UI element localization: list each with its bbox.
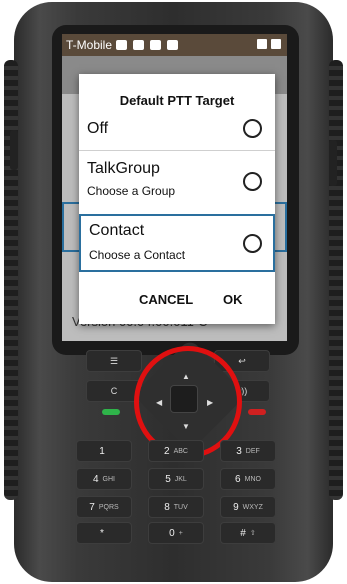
cancel-button[interactable]: CANCEL xyxy=(139,292,193,307)
key-letters: MNO xyxy=(244,475,261,483)
key-letters: DEF xyxy=(245,447,260,455)
phone-left-grip xyxy=(4,60,18,500)
menu-key[interactable]: ☰ xyxy=(86,350,142,372)
key-digit: 3 xyxy=(236,445,242,457)
key-digit: 7 xyxy=(89,501,95,513)
key-digit: 0 xyxy=(169,527,175,539)
key-digit: 5 xyxy=(165,473,171,485)
phone-right-grip xyxy=(329,60,343,500)
keypad-key[interactable]: 7 PQRS xyxy=(76,496,132,518)
app-notification-icon xyxy=(150,40,162,50)
option-subtitle: Choose a Contact xyxy=(89,248,186,262)
key-letters: TUV xyxy=(173,503,188,511)
key-digit: 9 xyxy=(233,501,239,513)
call-icon[interactable] xyxy=(102,409,120,415)
volume-button[interactable] xyxy=(10,130,18,170)
option-label: Contact xyxy=(89,222,145,239)
keypad-key[interactable]: 0 + xyxy=(148,522,204,544)
dialog-title: Default PTT Target xyxy=(119,93,235,108)
key-digit: * xyxy=(100,527,104,539)
keypad-key[interactable]: 1 xyxy=(76,440,132,462)
keypad-key[interactable]: 3 DEF xyxy=(220,440,276,462)
option-label: Off xyxy=(87,120,109,137)
app-notification-icon-2 xyxy=(167,40,179,50)
ok-button[interactable]: OK xyxy=(223,292,243,307)
radio-off[interactable] xyxy=(243,119,262,138)
keypad-key[interactable]: 4 GHI xyxy=(76,468,132,490)
divider xyxy=(79,150,275,151)
key-digit: 2 xyxy=(164,445,170,457)
voicemail-icon xyxy=(133,40,145,50)
keypad-key[interactable]: 9 WXYZ xyxy=(220,496,276,518)
ptt-side-button[interactable] xyxy=(329,140,337,186)
key-letters: ⇧ xyxy=(249,530,256,537)
keypad-key[interactable]: 2 ABC xyxy=(148,440,204,462)
key-letters: + xyxy=(178,529,183,537)
key-digit: 1 xyxy=(99,445,105,457)
keypad-key[interactable]: * xyxy=(76,522,132,544)
signal-icon xyxy=(257,39,267,49)
radio-contact[interactable] xyxy=(243,234,262,253)
menu-icon: ☰ xyxy=(109,355,119,366)
status-bar: T-Mobile xyxy=(62,34,287,56)
key-letters: WXYZ xyxy=(242,503,263,511)
key-digit: 8 xyxy=(164,501,170,513)
keypad-key[interactable]: 5 JKL xyxy=(148,468,204,490)
option-label: TalkGroup xyxy=(87,160,160,177)
keypad-key[interactable]: 6 MNO xyxy=(220,468,276,490)
keypad-key[interactable]: 8 TUV xyxy=(148,496,204,518)
option-subtitle: Choose a Group xyxy=(87,184,176,198)
back-icon: ↩ xyxy=(238,355,246,366)
key-digit: 6 xyxy=(235,473,241,485)
keypad-key[interactable]: # ⇧ xyxy=(220,522,276,544)
key-letters: ABC xyxy=(173,447,188,455)
key-digit: # xyxy=(240,527,246,539)
key-digit: 4 xyxy=(92,473,99,485)
radio-talkgroup[interactable] xyxy=(243,172,262,191)
end-call-icon[interactable] xyxy=(248,409,266,415)
option-talkgroup[interactable]: TalkGroup Choose a Group xyxy=(79,152,275,214)
battery-icon xyxy=(271,39,281,49)
carrier-label: T-Mobile xyxy=(66,38,113,52)
option-contact[interactable]: Contact Choose a Contact xyxy=(79,214,275,272)
clear-label: C xyxy=(110,386,118,396)
option-off[interactable]: Off xyxy=(79,114,275,148)
key-letters: GHI xyxy=(102,475,115,483)
key-letters: JKL xyxy=(174,475,187,483)
key-letters: PQRS xyxy=(98,503,119,511)
default-ptt-target-dialog: Default PTT Target Off TalkGroup Choose … xyxy=(79,74,275,324)
message-icon xyxy=(116,40,128,50)
